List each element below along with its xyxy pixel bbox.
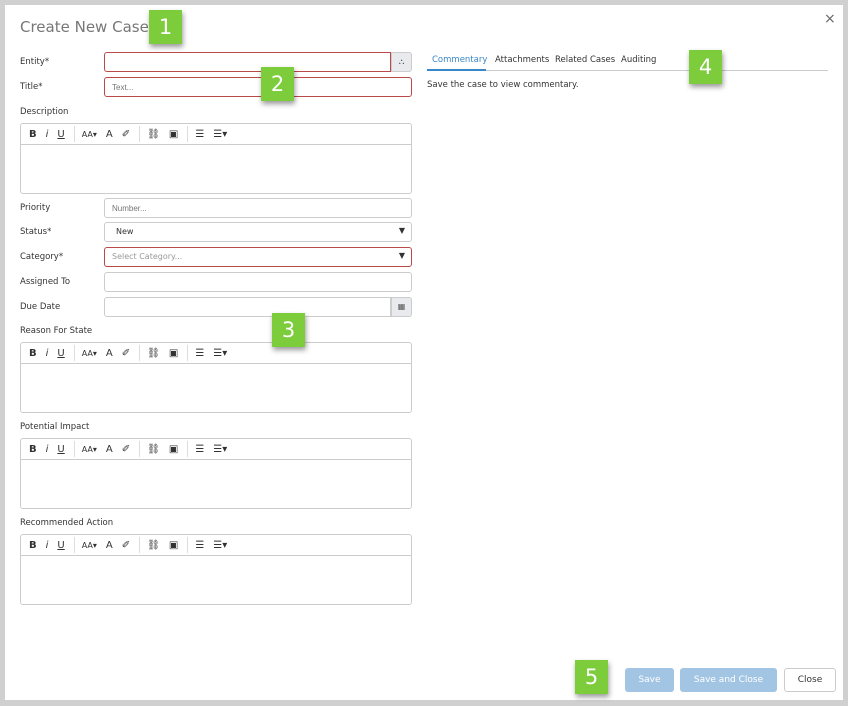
font-color-button[interactable]: A — [106, 540, 113, 551]
highlight-icon[interactable]: ✐ — [122, 444, 130, 455]
category-select[interactable]: Select Category... ▼ — [104, 247, 412, 267]
assigned-to-label: Assigned To — [20, 277, 71, 287]
font-size-button[interactable]: AA▾ — [82, 541, 97, 550]
save-button[interactable]: Save — [625, 668, 674, 692]
reason-for-state-label: Reason For State — [20, 326, 93, 336]
highlight-icon[interactable]: ✐ — [122, 129, 130, 140]
editor-toolbar: B i U AA▾ A ✐ ⛓ ▣ ☰ ☰▾ — [21, 535, 411, 556]
unordered-list-icon[interactable]: ☰▾ — [213, 348, 227, 359]
title-input[interactable] — [104, 77, 412, 97]
due-date-label: Due Date — [20, 302, 61, 312]
bold-button[interactable]: B — [29, 129, 37, 140]
unordered-list-icon[interactable]: ☰▾ — [213, 540, 227, 551]
priority-label: Priority — [20, 203, 51, 213]
hierarchy-icon: ⛬ — [398, 57, 405, 66]
dialog-title: Create New Case — [20, 18, 149, 36]
close-button[interactable]: Close — [784, 668, 836, 692]
underline-button[interactable]: U — [57, 444, 64, 455]
italic-button[interactable]: i — [46, 348, 49, 359]
font-size-button[interactable]: AA▾ — [82, 445, 97, 454]
hierarchy-picker-button[interactable]: ⛬ — [391, 52, 412, 72]
editor-toolbar: B i U AA▾ A ✐ ⛓ ▣ ☰ ☰▾ — [21, 343, 411, 364]
ordered-list-icon[interactable]: ☰ — [195, 129, 204, 140]
image-icon[interactable]: ▣ — [169, 348, 178, 359]
link-icon[interactable]: ⛓ — [147, 129, 160, 140]
tab-related-cases[interactable]: Related Cases — [555, 55, 615, 65]
tab-auditing[interactable]: Auditing — [621, 55, 656, 65]
link-icon[interactable]: ⛓ — [147, 444, 160, 455]
editor-toolbar: B i U AA▾ A ✐ ⛓ ▣ ☰ ☰▾ — [21, 124, 411, 145]
italic-button[interactable]: i — [46, 540, 49, 551]
status-select[interactable]: New ▼ — [104, 222, 412, 242]
calendar-button[interactable]: ▦ — [391, 297, 412, 317]
ordered-list-icon[interactable]: ☰ — [195, 540, 204, 551]
callout-badge-1: 1 — [149, 10, 182, 44]
highlight-icon[interactable]: ✐ — [122, 540, 130, 551]
status-label: Status* — [20, 227, 52, 237]
italic-button[interactable]: i — [46, 444, 49, 455]
tab-divider — [427, 70, 828, 71]
image-icon[interactable]: ▣ — [169, 129, 178, 140]
tab-attachments[interactable]: Attachments — [495, 55, 549, 65]
link-icon[interactable]: ⛓ — [147, 348, 160, 359]
bold-button[interactable]: B — [29, 444, 37, 455]
close-icon[interactable]: × — [824, 11, 836, 27]
underline-button[interactable]: U — [57, 540, 64, 551]
due-date-input[interactable] — [104, 297, 391, 317]
category-label: Category* — [20, 252, 64, 262]
description-editor[interactable]: B i U AA▾ A ✐ ⛓ ▣ ☰ ☰▾ — [20, 123, 412, 194]
unordered-list-icon[interactable]: ☰▾ — [213, 129, 227, 140]
font-size-button[interactable]: AA▾ — [82, 130, 97, 139]
callout-badge-5: 5 — [575, 660, 608, 694]
unordered-list-icon[interactable]: ☰▾ — [213, 444, 227, 455]
font-color-button[interactable]: A — [106, 129, 113, 140]
recommended-action-editor[interactable]: B i U AA▾ A ✐ ⛓ ▣ ☰ ☰▾ — [20, 534, 412, 605]
ordered-list-icon[interactable]: ☰ — [195, 444, 204, 455]
commentary-message: Save the case to view commentary. — [427, 80, 579, 90]
italic-button[interactable]: i — [46, 129, 49, 140]
entity-input[interactable] — [104, 52, 391, 72]
tab-commentary[interactable]: Commentary — [432, 55, 487, 65]
image-icon[interactable]: ▣ — [169, 540, 178, 551]
calendar-icon: ▦ — [397, 302, 406, 311]
editor-toolbar: B i U AA▾ A ✐ ⛓ ▣ ☰ ☰▾ — [21, 439, 411, 460]
active-tab-indicator — [427, 69, 486, 71]
priority-input[interactable] — [104, 198, 412, 218]
font-color-button[interactable]: A — [106, 444, 113, 455]
underline-button[interactable]: U — [57, 348, 64, 359]
potential-impact-editor[interactable]: B i U AA▾ A ✐ ⛓ ▣ ☰ ☰▾ — [20, 438, 412, 509]
description-label: Description — [20, 107, 69, 117]
callout-badge-4: 4 — [689, 50, 722, 84]
callout-badge-3: 3 — [272, 313, 305, 347]
assigned-to-input[interactable] — [104, 272, 412, 292]
reason-for-state-editor[interactable]: B i U AA▾ A ✐ ⛓ ▣ ☰ ☰▾ — [20, 342, 412, 413]
recommended-action-label: Recommended Action — [20, 518, 114, 528]
highlight-icon[interactable]: ✐ — [122, 348, 130, 359]
bold-button[interactable]: B — [29, 540, 37, 551]
save-and-close-button[interactable]: Save and Close — [680, 668, 777, 692]
font-color-button[interactable]: A — [106, 348, 113, 359]
dropdown-caret-icon: ▼ — [398, 226, 405, 235]
font-size-button[interactable]: AA▾ — [82, 349, 97, 358]
underline-button[interactable]: U — [57, 129, 64, 140]
link-icon[interactable]: ⛓ — [147, 540, 160, 551]
callout-badge-2: 2 — [261, 67, 294, 101]
dropdown-caret-icon: ▼ — [398, 251, 405, 260]
image-icon[interactable]: ▣ — [169, 444, 178, 455]
ordered-list-icon[interactable]: ☰ — [195, 348, 204, 359]
status-value: New — [116, 227, 134, 236]
bold-button[interactable]: B — [29, 348, 37, 359]
category-placeholder: Select Category... — [112, 252, 183, 261]
entity-label: Entity* — [20, 57, 50, 67]
potential-impact-label: Potential Impact — [20, 422, 90, 432]
title-label: Title* — [20, 82, 43, 92]
